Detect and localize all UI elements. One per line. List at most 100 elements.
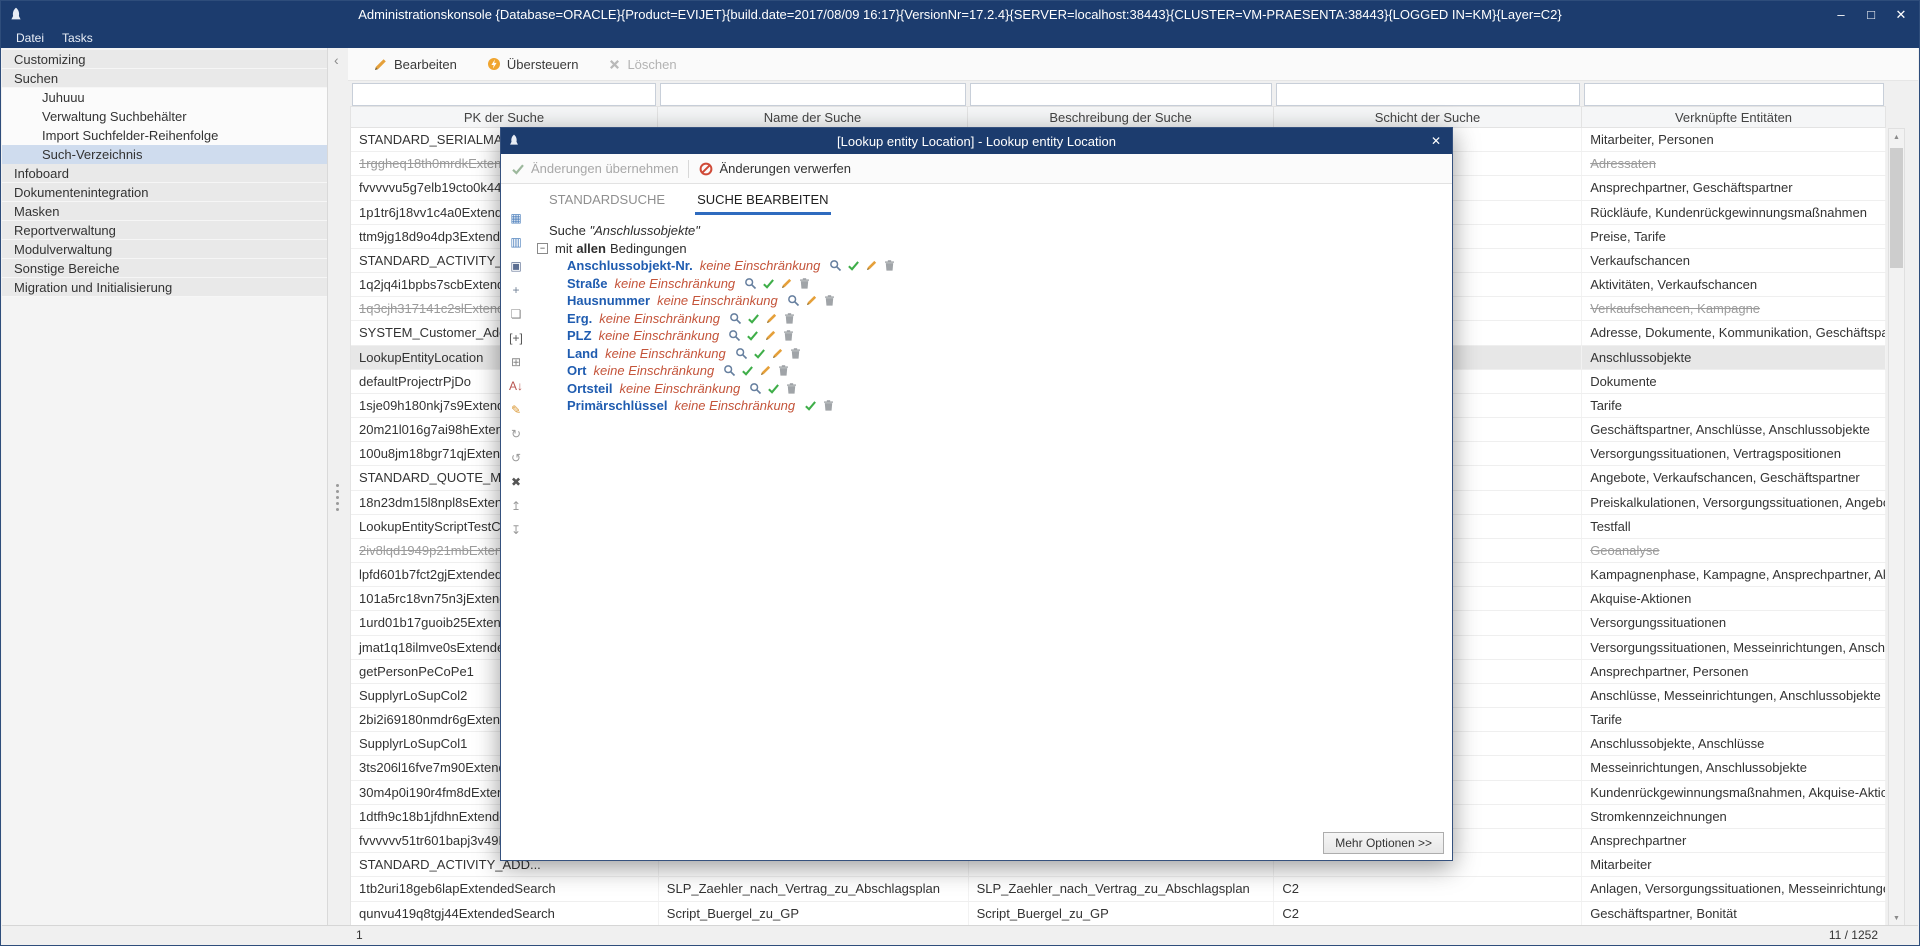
löschen-button[interactable]: Löschen [597, 51, 687, 78]
condition-search-icon[interactable] [735, 347, 748, 360]
condition-search-icon[interactable] [723, 364, 736, 377]
root-condition-operator[interactable]: allen [576, 241, 606, 256]
condition-field-link[interactable]: Ortsteil [567, 381, 613, 396]
condition-trash-icon[interactable] [777, 364, 790, 377]
condition-search-icon[interactable] [728, 329, 741, 342]
move-bottom-icon[interactable]: ↧ [506, 522, 526, 538]
vertical-scrollbar[interactable]: ▲ ▼ [1888, 128, 1905, 927]
condition-search-icon[interactable] [749, 382, 762, 395]
condition-check-icon[interactable] [767, 382, 780, 395]
minimize-button[interactable]: – [1826, 1, 1856, 28]
condition-trash-icon[interactable] [782, 329, 795, 342]
condition-trash-icon[interactable] [798, 277, 811, 290]
sidebar-item-sonstige-bereiche[interactable]: Sonstige Bereiche [2, 259, 327, 278]
condition-edit-icon[interactable] [764, 329, 777, 342]
sidebar-item-verwaltung-suchbehälter[interactable]: Verwaltung Suchbehälter [2, 107, 327, 126]
sidebar-item-migration-und-initialisierung[interactable]: Migration und Initialisierung [2, 278, 327, 297]
condition-check-icon[interactable] [753, 347, 766, 360]
filter-verknüpfte-entitäten[interactable] [1584, 83, 1884, 106]
condition-check-icon[interactable] [747, 312, 760, 325]
sidebar-item-juhuuu[interactable]: Juhuuu [2, 88, 327, 107]
move-top-icon[interactable]: ↥ [506, 498, 526, 514]
column-header-schicht-der-suche[interactable]: Schicht der Suche [1274, 106, 1582, 128]
dialog-close-button[interactable]: ✕ [1423, 131, 1449, 151]
condition-constraint: keine Einschränkung [657, 293, 778, 308]
discard-changes-button[interactable]: Änderungen verwerfen [699, 161, 851, 176]
condition-field-link[interactable]: Primärschlüssel [567, 398, 667, 413]
sidebar-item-masken[interactable]: Masken [2, 202, 327, 221]
table-row[interactable]: qunvu419q8tgj44ExtendedSearchScript_Buer… [351, 902, 1886, 926]
bearbeiten-button[interactable]: Bearbeiten [362, 51, 468, 78]
sidebar-item-import-suchfelder-reihenfolge[interactable]: Import Suchfelder-Reihenfolge [2, 126, 327, 145]
column-header-name-der-suche[interactable]: Name der Suche [658, 106, 968, 128]
maximize-button[interactable]: □ [1856, 1, 1886, 28]
cell-entities: Tarife [1582, 708, 1886, 731]
scroll-down-icon[interactable]: ▼ [1889, 910, 1904, 926]
sidebar-splitter[interactable]: ‹ [328, 48, 348, 925]
condition-trash-icon[interactable] [789, 347, 802, 360]
condition-check-icon[interactable] [847, 259, 860, 272]
condition-field-link[interactable]: Anschlussobjekt-Nr. [567, 258, 693, 273]
splitter-grip-icon[interactable] [336, 484, 339, 511]
sidebar-item-dokumentenintegration[interactable]: Dokumentenintegration [2, 183, 327, 202]
condition-edit-icon[interactable] [759, 364, 772, 377]
collapse-node-icon[interactable]: − [537, 243, 548, 254]
tab-standardsuche[interactable]: STANDARDSUCHE [547, 186, 667, 215]
condition-edit-icon[interactable] [771, 347, 784, 360]
condition-field-link[interactable]: PLZ [567, 328, 592, 343]
undo-icon[interactable]: ↺ [506, 450, 526, 466]
condition-edit-icon[interactable] [865, 259, 878, 272]
table-row[interactable]: 1tb2uri18geb6lapExtendedSearchSLP_Zaehle… [351, 877, 1886, 901]
condition-search-icon[interactable] [744, 277, 757, 290]
scroll-up-icon[interactable]: ▲ [1889, 129, 1904, 145]
condition-edit-icon[interactable] [765, 312, 778, 325]
condition-trash-icon[interactable] [783, 312, 796, 325]
sidebar-item-modulverwaltung[interactable]: Modulverwaltung [2, 240, 327, 259]
condition-check-icon[interactable] [804, 399, 817, 412]
apply-changes-button[interactable]: Änderungen übernehmen [511, 161, 678, 176]
sidebar-item-such-verzeichnis[interactable]: Such-Verzeichnis [2, 145, 327, 164]
column-header-verknüpfte-entitäten[interactable]: Verknüpfte Entitäten [1582, 106, 1886, 128]
condition-check-icon[interactable] [741, 364, 754, 377]
column-header-beschreibung-der-suche[interactable]: Beschreibung der Suche [968, 106, 1274, 128]
condition-search-icon[interactable] [787, 294, 800, 307]
condition-search-icon[interactable] [829, 259, 842, 272]
condition-field-link[interactable]: Land [567, 346, 598, 361]
filter-name-der-suche[interactable] [660, 83, 966, 106]
condition-field-link[interactable]: Straße [567, 276, 607, 291]
menu-datei[interactable]: Datei [7, 29, 53, 47]
condition-field-link[interactable]: Erg. [567, 311, 592, 326]
condition-check-icon[interactable] [762, 277, 775, 290]
condition-edit-icon[interactable] [805, 294, 818, 307]
übersteuern-button[interactable]: Übersteuern [476, 51, 590, 78]
sidebar-item-reportverwaltung[interactable]: Reportverwaltung [2, 221, 327, 240]
tab-suche-bearbeiten[interactable]: SUCHE BEARBEITEN [695, 186, 830, 215]
filter-beschreibung-der-suche[interactable] [970, 83, 1272, 106]
condition-trash-icon[interactable] [822, 399, 835, 412]
sidebar-item-customizing[interactable]: Customizing [2, 50, 327, 69]
condition-field-link[interactable]: Hausnummer [567, 293, 650, 308]
condition-trash-icon[interactable] [785, 382, 798, 395]
close-button[interactable]: ✕ [1886, 1, 1916, 28]
condition-search-icon[interactable] [729, 312, 742, 325]
refresh-icon[interactable]: ↻ [506, 426, 526, 442]
sidebar-item-suchen[interactable]: Suchen [2, 69, 327, 88]
filter-pk-der-suche[interactable] [352, 83, 656, 106]
condition-edit-icon[interactable] [780, 277, 793, 290]
scroll-thumb[interactable] [1890, 148, 1903, 268]
collapse-sidebar-icon[interactable]: ‹ [334, 52, 339, 68]
delete-icon[interactable]: ✖ [506, 474, 526, 490]
condition-check-icon[interactable] [746, 329, 759, 342]
menu-tasks[interactable]: Tasks [53, 29, 102, 47]
condition-actions [729, 312, 796, 325]
cell-entities: Versorgungssituationen, Messeinrichtunge… [1582, 636, 1886, 659]
cell-entities: Tarife [1582, 394, 1886, 417]
condition-field-link[interactable]: Ort [567, 363, 587, 378]
sidebar-item-infoboard[interactable]: Infoboard [2, 164, 327, 183]
column-header-pk-der-suche[interactable]: PK der Suche [350, 106, 658, 128]
condition-trash-icon[interactable] [883, 259, 896, 272]
condition-trash-icon[interactable] [823, 294, 836, 307]
filter-schicht-der-suche[interactable] [1276, 83, 1580, 106]
more-options-button[interactable]: Mehr Optionen >> [1323, 832, 1444, 854]
cell-entities: Stromkennzeichnungen [1582, 805, 1886, 828]
